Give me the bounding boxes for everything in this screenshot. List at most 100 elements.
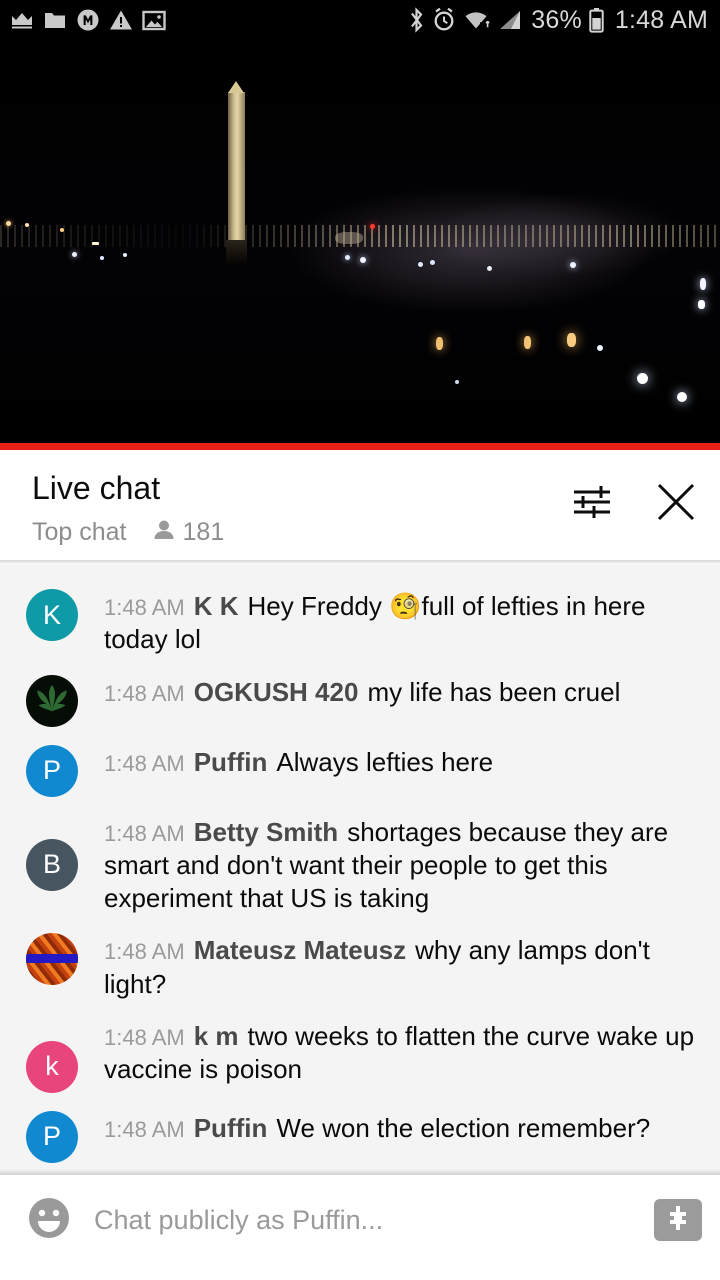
chat-message[interactable]: k 1:48 AM k m two weeks to flatten the cur…: [0, 1009, 720, 1101]
bluetooth-icon: [408, 7, 425, 33]
chat-message[interactable]: B 1:48 AM Betty Smith shortages because th…: [0, 805, 720, 924]
city-light: [597, 345, 603, 351]
avatar[interactable]: P: [26, 1110, 78, 1163]
avatar[interactable]: k: [26, 1040, 78, 1093]
city-light: [570, 262, 576, 268]
viewer-count-group: 181: [153, 517, 225, 547]
chat-message-body: 1:48 AM Betty Smith shortages because they…: [104, 813, 702, 916]
city-light: [637, 373, 648, 384]
battery-icon: [589, 7, 604, 33]
message-timestamp: 1:48 AM: [104, 1116, 185, 1142]
chat-input-bar: Chat publicly as Puffin...: [0, 1175, 720, 1265]
page-title: Live chat: [32, 470, 161, 506]
crown-icon: [10, 10, 34, 30]
chat-message-body: 1:48 AM K K Hey Freddy 🧐full of lefties in…: [104, 587, 702, 657]
super-chat-button[interactable]: [654, 1199, 702, 1241]
message-timestamp: 1:48 AM: [104, 680, 185, 706]
chat-message-body: 1:48 AM k m two weeks to flatten the curve…: [104, 1017, 702, 1093]
folder-icon: [43, 10, 67, 30]
city-light: [436, 337, 443, 350]
city-light: [335, 232, 363, 244]
live-chat-actions: [570, 472, 700, 526]
city-light: [524, 336, 531, 349]
wifi-icon: [463, 8, 491, 32]
video-progress-bar[interactable]: [0, 443, 720, 450]
city-light: [6, 221, 11, 226]
city-light: [25, 223, 29, 227]
avatar-initial: P: [42, 755, 61, 786]
message-text: We won the election remember?: [276, 1112, 651, 1143]
message-author[interactable]: k m: [194, 1021, 239, 1051]
message-author[interactable]: Puffin: [194, 747, 268, 777]
cannabis-leaf-icon: [30, 675, 74, 726]
avatar[interactable]: [26, 674, 78, 727]
status-bar-left-icons: [10, 8, 166, 32]
city-light: [698, 300, 705, 309]
avatar[interactable]: P: [26, 744, 78, 797]
alarm-icon: [432, 7, 456, 33]
status-bar-clock: 1:48 AM: [614, 5, 708, 34]
warning-triangle-icon: [109, 9, 133, 31]
tune-icon[interactable]: [570, 480, 614, 524]
city-light: [370, 224, 375, 229]
city-light: [360, 257, 366, 263]
chat-message[interactable]: 1:48 AM Mateusz Mateusz why any lamps don'…: [0, 923, 720, 1009]
message-timestamp: 1:48 AM: [104, 750, 185, 776]
city-light: [418, 262, 423, 267]
message-author[interactable]: Puffin: [194, 1113, 268, 1143]
message-author[interactable]: OGKUSH 420: [194, 677, 359, 707]
city-light: [60, 228, 64, 232]
city-light: [72, 252, 77, 257]
message-author[interactable]: K K: [194, 591, 239, 621]
video-progress-fill: [0, 443, 720, 450]
battery-percent: 36%: [531, 5, 582, 34]
message-timestamp: 1:48 AM: [104, 595, 185, 620]
message-author[interactable]: Mateusz Mateusz: [194, 935, 406, 965]
message-text: my life has been cruel: [367, 676, 621, 707]
message-text-lead: Hey Freddy: [247, 591, 390, 621]
city-light: [92, 242, 99, 245]
status-bar: 36% 1:48 AM: [0, 0, 720, 40]
city-light: [700, 278, 706, 290]
city-light: [123, 253, 127, 257]
city-light: [487, 266, 492, 271]
chat-message-body: 1:48 AM Puffin We won the election remembe…: [104, 1109, 702, 1163]
city-light: [455, 380, 459, 384]
image-icon: [142, 10, 166, 31]
avatar-initial: B: [42, 849, 61, 880]
avatar[interactable]: B: [26, 838, 78, 891]
message-timestamp: 1:48 AM: [104, 1024, 185, 1050]
city-light: [567, 333, 576, 347]
avatar-initial: k: [45, 1051, 59, 1082]
chat-input[interactable]: Chat publicly as Puffin...: [94, 1205, 632, 1236]
message-text: two weeks to flatten the curve wake up v…: [104, 1020, 695, 1085]
avatar-photo-band: [26, 954, 78, 964]
chat-mode-selector[interactable]: Top chat: [32, 518, 127, 547]
chat-message[interactable]: P 1:48 AM Puffin We won the election remem…: [0, 1101, 720, 1171]
status-bar-right-icons: 36% 1:48 AM: [408, 6, 708, 35]
avatar[interactable]: K: [26, 589, 78, 641]
avatar-initial: K: [42, 599, 61, 630]
chat-message[interactable]: 1:48 AM OGKUSH 420 my life has been cruel: [0, 665, 720, 735]
chat-message-list[interactable]: K 1:48 AM K K Hey Freddy 🧐full of lefties …: [0, 565, 720, 1175]
m-circle-icon: [76, 8, 100, 32]
message-author[interactable]: Betty Smith: [194, 817, 338, 847]
live-chat-subheader: Top chat 181: [32, 518, 224, 547]
viewer-count: 181: [182, 517, 225, 546]
chat-message[interactable]: K 1:48 AM K K Hey Freddy 🧐full of lefties …: [0, 579, 720, 665]
close-icon[interactable]: [652, 478, 700, 526]
message-timestamp: 1:48 AM: [104, 939, 185, 965]
chat-message[interactable]: P 1:48 AM Puffin Always lefties here: [0, 735, 720, 805]
video-player[interactable]: [0, 40, 720, 450]
message-text: shortages because they are smart and don…: [104, 816, 669, 914]
washington-monument: [226, 81, 247, 264]
city-light: [677, 392, 687, 402]
avatar[interactable]: [26, 933, 78, 986]
emoji-smiley-icon[interactable]: [26, 1195, 72, 1246]
message-text: Always lefties here: [276, 746, 494, 777]
person-icon: [153, 518, 175, 547]
avatar-initial: P: [42, 1121, 61, 1152]
chat-message-body: 1:48 AM Puffin Always lefties here: [104, 743, 702, 797]
live-chat-titles: Live chat Top chat 181: [32, 470, 224, 547]
cellular-signal-icon: [498, 9, 522, 31]
